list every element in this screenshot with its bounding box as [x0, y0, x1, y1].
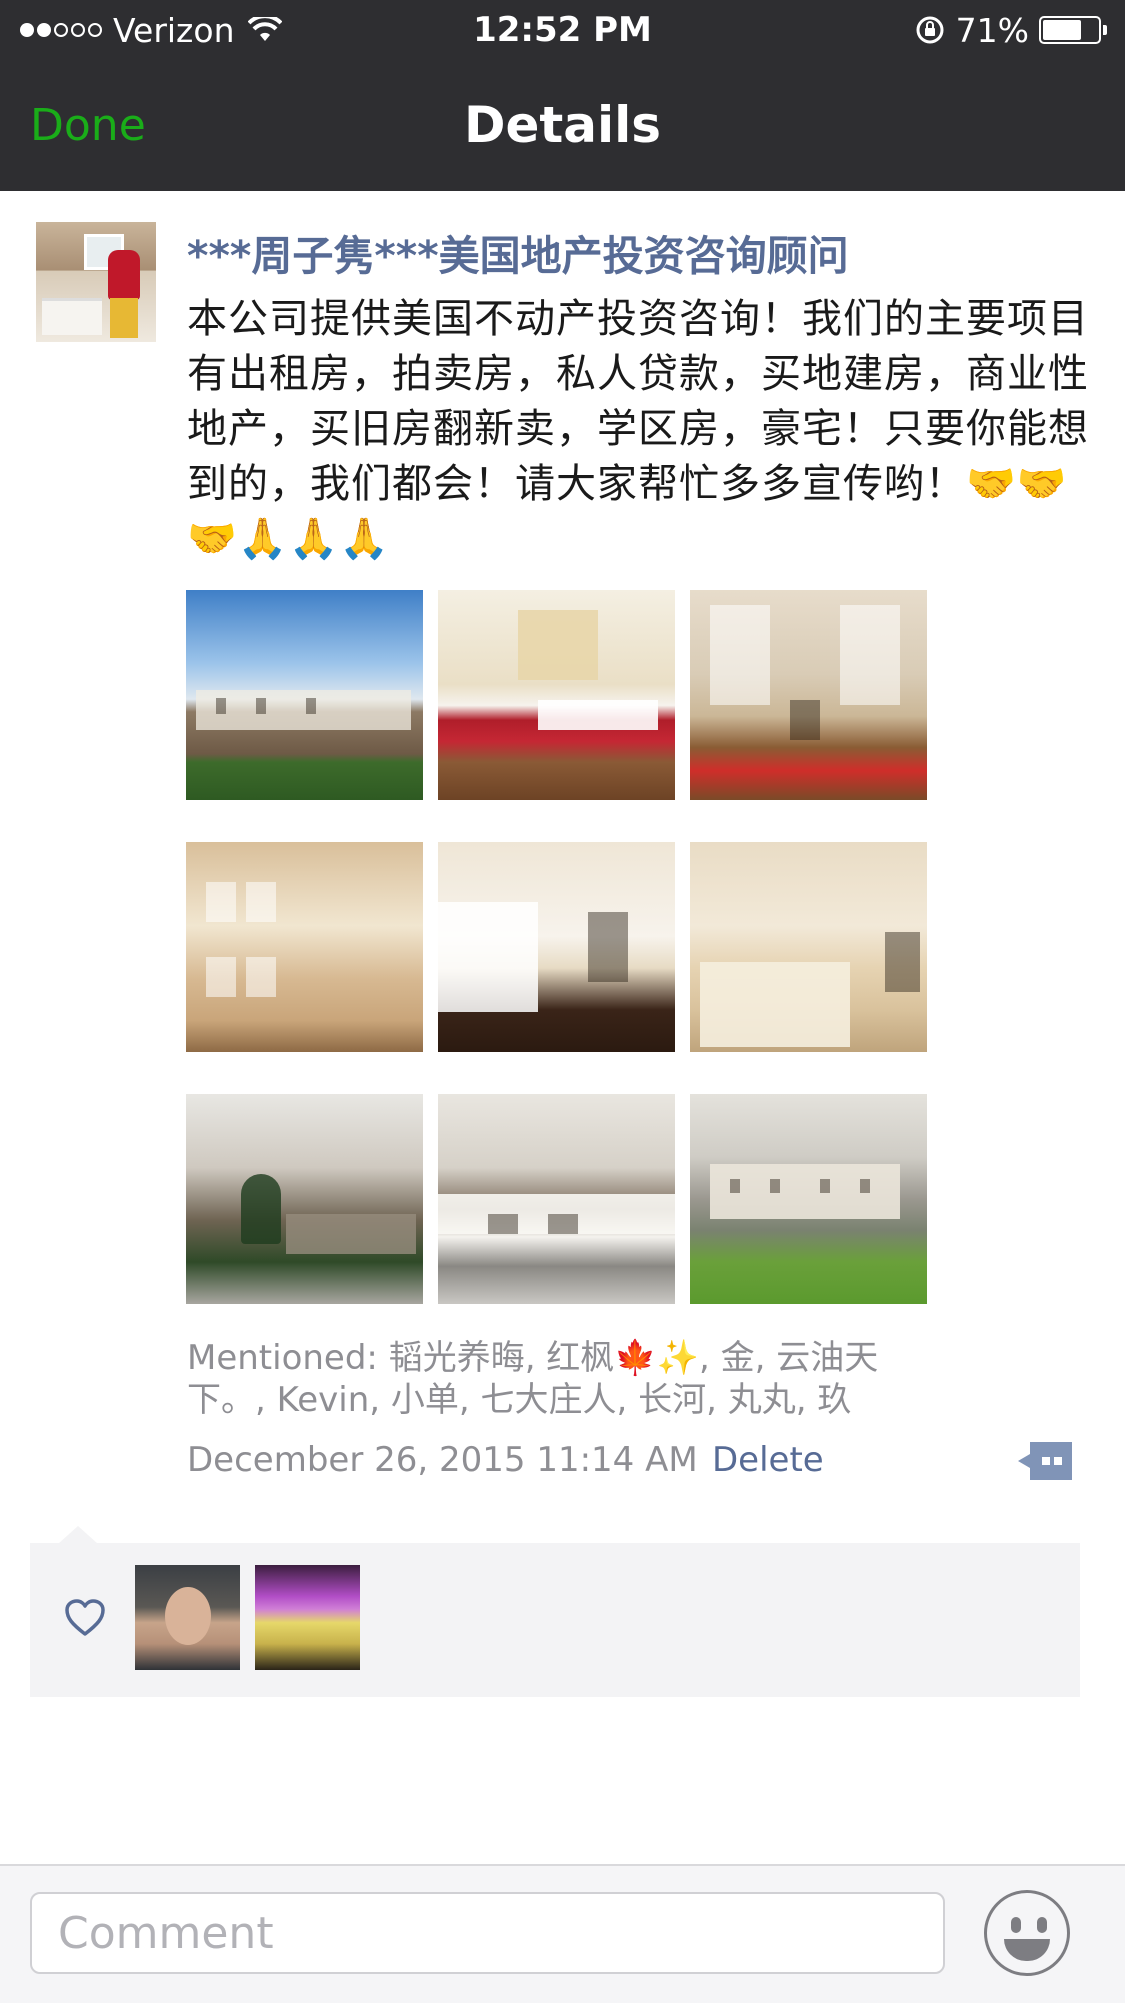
photo-sunroom[interactable]: [186, 842, 423, 1052]
battery-percent: 71%: [955, 10, 1029, 50]
post-timestamp: December 26, 2015 11:14 AM: [187, 1440, 698, 1480]
comment-bar: [0, 1864, 1125, 2003]
page-title: Details: [463, 96, 662, 154]
battery-tip: [1103, 25, 1107, 35]
photo-foyer-staircase[interactable]: [438, 842, 675, 1052]
author-avatar[interactable]: [36, 222, 156, 342]
comment-input[interactable]: [30, 1892, 945, 1974]
liker-avatar-2[interactable]: [255, 1565, 360, 1670]
likes-section: [30, 1543, 1080, 1697]
photo-grid: [186, 590, 931, 1315]
photo-backyard-wall[interactable]: [186, 1094, 423, 1304]
comment-bubble-icon[interactable]: [1016, 1440, 1074, 1482]
photo-kitchen[interactable]: [438, 590, 675, 800]
photo-garage[interactable]: [438, 1094, 675, 1304]
post-text: 本公司提供美国不动产投资咨询！我们的主要项目有出租房，拍卖房，私人贷款，买地建房…: [187, 296, 1089, 562]
photo-bathroom[interactable]: [690, 842, 927, 1052]
battery-fill: [1043, 20, 1082, 40]
delete-button[interactable]: Delete: [712, 1440, 824, 1480]
likes-pointer: [58, 1526, 98, 1544]
author-name[interactable]: ***周子隽***美国地产投资咨询顾问: [187, 222, 849, 282]
smiley-icon[interactable]: [984, 1890, 1070, 1976]
heart-outline-icon: [65, 1599, 105, 1636]
battery-icon: [1039, 16, 1101, 44]
photo-dining-room[interactable]: [690, 590, 927, 800]
photo-house-lawn[interactable]: [690, 1094, 927, 1304]
status-bar: Verizon 12:52 PM 71%: [0, 0, 1125, 60]
battery-group: 71%: [914, 10, 1107, 50]
mentioned-list: Mentioned: 韬光养晦, 红枫🍁✨, 金, 云油天下。, Kevin, …: [187, 1338, 879, 1420]
rotation-lock-icon: [916, 16, 944, 44]
liker-avatar-1[interactable]: [135, 1565, 240, 1670]
nav-bar: Done Details: [0, 60, 1125, 191]
photo-house-exterior[interactable]: [186, 590, 423, 800]
